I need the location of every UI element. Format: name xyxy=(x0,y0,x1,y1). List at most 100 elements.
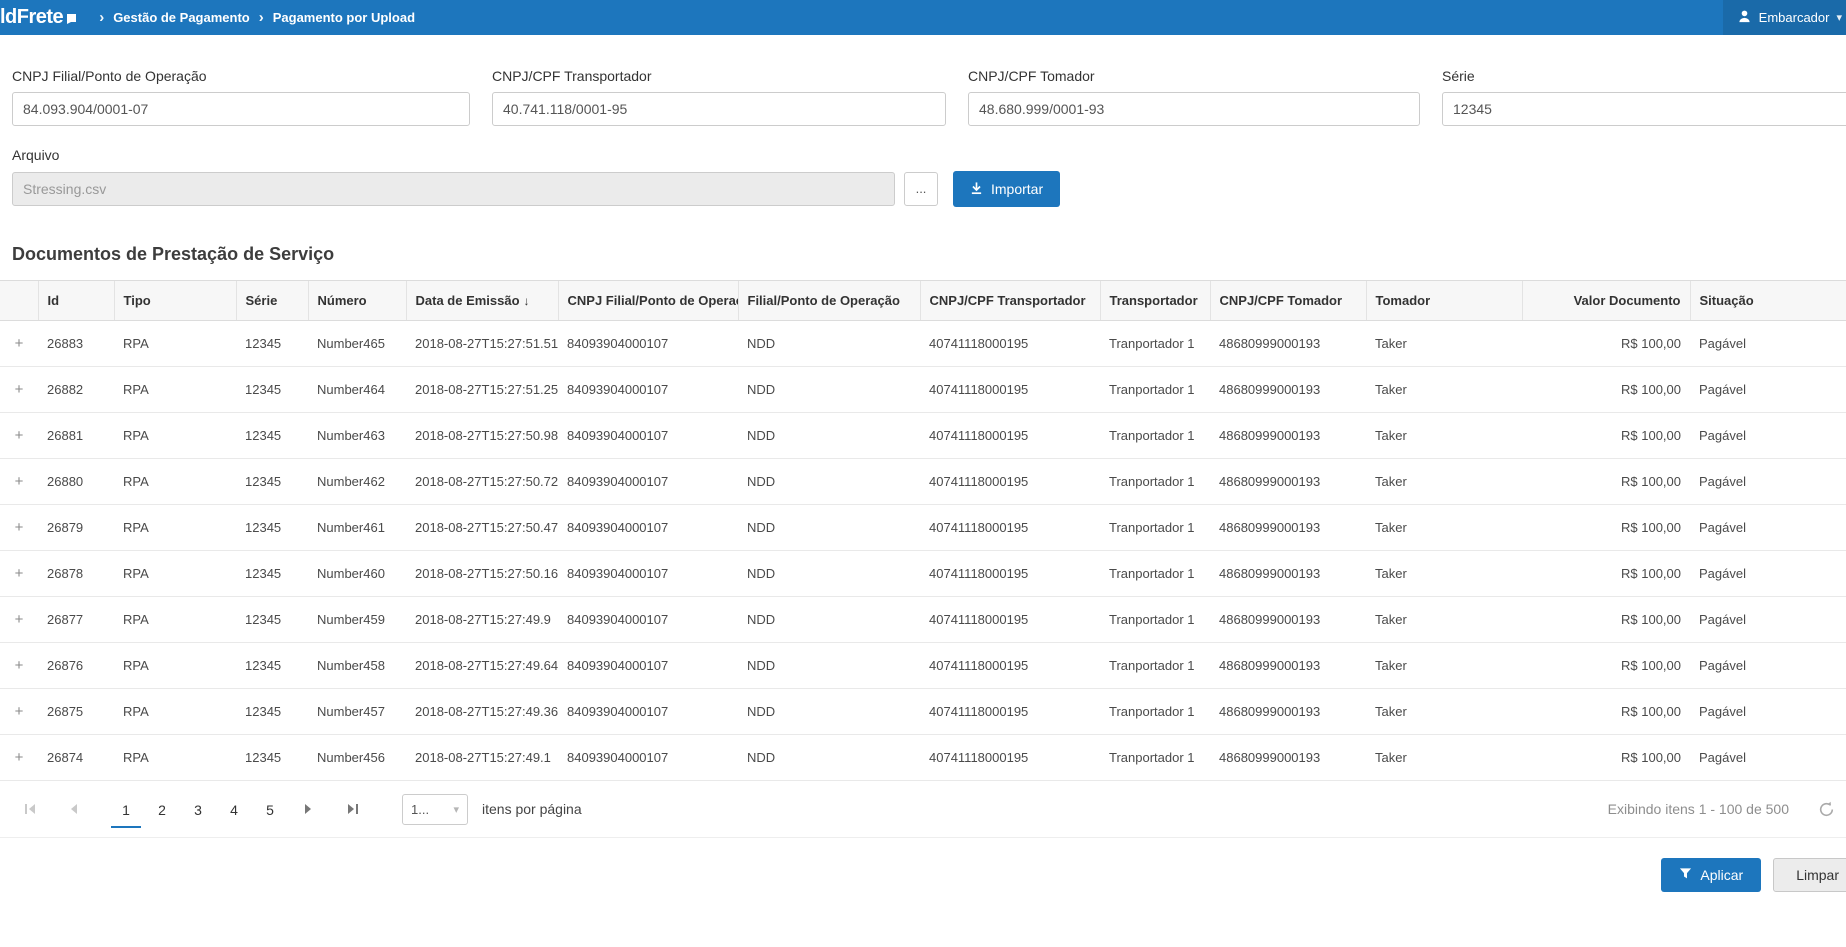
cell-filial-ponto-operacao: NDD xyxy=(738,321,920,367)
apply-button-label: Aplicar xyxy=(1700,867,1743,883)
column-header-situacao[interactable]: Situação xyxy=(1690,281,1846,321)
cell-cnpj-cpf-transportador: 40741118000195 xyxy=(920,735,1100,781)
cell-transportador: Tranportador 1 xyxy=(1100,735,1210,781)
app-logo[interactable]: ldFrete xyxy=(0,2,78,34)
cell-id: 26875 xyxy=(38,689,114,735)
pager-page-1[interactable]: 1 xyxy=(111,794,141,828)
column-header-cnpj-filial[interactable]: CNPJ Filial/Ponto de Operaç... xyxy=(558,281,738,321)
chevron-right-icon: › xyxy=(99,9,104,26)
cell-numero: Number463 xyxy=(308,413,406,459)
cell-filial-ponto-operacao: NDD xyxy=(738,367,920,413)
cell-numero: Number462 xyxy=(308,459,406,505)
pager-next-icon[interactable] xyxy=(298,799,318,819)
column-header-expand xyxy=(0,281,38,321)
row-expand-plus-icon[interactable]: + xyxy=(0,367,38,413)
cell-transportador: Tranportador 1 xyxy=(1100,367,1210,413)
pager-page-3[interactable]: 3 xyxy=(183,794,213,828)
column-header-data-emissao[interactable]: Data de Emissão↓ xyxy=(406,281,558,321)
row-expand-plus-icon[interactable]: + xyxy=(0,459,38,505)
cell-cnpj-filial-ponto-operacao: 84093904000107 xyxy=(558,367,738,413)
row-expand-plus-icon[interactable]: + xyxy=(0,689,38,735)
cell-transportador: Tranportador 1 xyxy=(1100,551,1210,597)
cell-situacao: Pagável xyxy=(1690,321,1846,367)
serie-input[interactable] xyxy=(1442,92,1846,126)
cnpj-filial-input[interactable] xyxy=(12,92,470,126)
cell-cnpj-cpf-tomador: 48680999000193 xyxy=(1210,689,1366,735)
cell-tipo: RPA xyxy=(114,643,236,689)
table-row: +26881RPA12345Number4632018-08-27T15:27:… xyxy=(0,413,1846,459)
cell-filial-ponto-operacao: NDD xyxy=(738,735,920,781)
cell-transportador: Tranportador 1 xyxy=(1100,643,1210,689)
cell-numero: Number457 xyxy=(308,689,406,735)
cell-tipo: RPA xyxy=(114,459,236,505)
pager-first-icon[interactable] xyxy=(20,799,40,819)
column-header-transportador[interactable]: Transportador xyxy=(1100,281,1210,321)
cell-valor-documento: R$ 100,00 xyxy=(1522,735,1690,781)
cell-cnpj-filial-ponto-operacao: 84093904000107 xyxy=(558,413,738,459)
cell-tomador: Taker xyxy=(1366,643,1522,689)
table-row: +26878RPA12345Number4602018-08-27T15:27:… xyxy=(0,551,1846,597)
page-size-dropdown[interactable]: 1... ▾ xyxy=(402,794,468,825)
table-row: +26882RPA12345Number4642018-08-27T15:27:… xyxy=(0,367,1846,413)
table-row: +26875RPA12345Number4572018-08-27T15:27:… xyxy=(0,689,1846,735)
chevron-down-icon: ▾ xyxy=(1836,11,1842,24)
cell-situacao: Pagável xyxy=(1690,735,1846,781)
footer-actions: Aplicar Limpar xyxy=(1661,858,1846,892)
row-expand-plus-icon[interactable]: + xyxy=(0,413,38,459)
column-header-serie[interactable]: Série xyxy=(236,281,308,321)
refresh-icon[interactable] xyxy=(1817,800,1836,819)
pager-page-4[interactable]: 4 xyxy=(219,794,249,828)
filter-icon xyxy=(1679,867,1692,883)
row-expand-plus-icon[interactable]: + xyxy=(0,321,38,367)
breadcrumb-item-upload[interactable]: Pagamento por Upload xyxy=(273,10,415,25)
user-menu-label: Embarcador xyxy=(1759,10,1830,25)
grid-title: Documentos de Prestação de Serviço xyxy=(12,244,1846,265)
column-header-filial[interactable]: Filial/Ponto de Operação xyxy=(738,281,920,321)
cell-id: 26882 xyxy=(38,367,114,413)
row-expand-plus-icon[interactable]: + xyxy=(0,505,38,551)
cell-transportador: Tranportador 1 xyxy=(1100,459,1210,505)
column-header-valor[interactable]: Valor Documento xyxy=(1522,281,1690,321)
row-expand-plus-icon[interactable]: + xyxy=(0,735,38,781)
cell-tomador: Taker xyxy=(1366,551,1522,597)
column-header-cnpj-transportador[interactable]: CNPJ/CPF Transportador xyxy=(920,281,1100,321)
table-row: +26874RPA12345Number4562018-08-27T15:27:… xyxy=(0,735,1846,781)
apply-button[interactable]: Aplicar xyxy=(1661,858,1761,892)
user-menu[interactable]: Embarcador ▾ xyxy=(1723,0,1846,35)
cnpj-transportador-input[interactable] xyxy=(492,92,946,126)
pager-page-5[interactable]: 5 xyxy=(255,794,285,828)
row-expand-plus-icon[interactable]: + xyxy=(0,643,38,689)
column-header-tomador[interactable]: Tomador xyxy=(1366,281,1522,321)
pager-last-icon[interactable] xyxy=(342,799,362,819)
cell-valor-documento: R$ 100,00 xyxy=(1522,367,1690,413)
cell-data-emissao: 2018-08-27T15:27:50.983 xyxy=(406,413,558,459)
cell-tomador: Taker xyxy=(1366,321,1522,367)
breadcrumb-item-gestao[interactable]: Gestão de Pagamento xyxy=(113,10,250,25)
cell-cnpj-cpf-tomador: 48680999000193 xyxy=(1210,459,1366,505)
field-cnpj-tomador: CNPJ/CPF Tomador xyxy=(968,68,1420,126)
cell-data-emissao: 2018-08-27T15:27:49.647 xyxy=(406,643,558,689)
pager-page-2[interactable]: 2 xyxy=(147,794,177,828)
column-header-tipo[interactable]: Tipo xyxy=(114,281,236,321)
import-button[interactable]: Importar xyxy=(953,171,1060,207)
clear-button[interactable]: Limpar xyxy=(1773,858,1846,892)
cell-data-emissao: 2018-08-27T15:27:50.477 xyxy=(406,505,558,551)
cell-cnpj-filial-ponto-operacao: 84093904000107 xyxy=(558,505,738,551)
row-expand-plus-icon[interactable]: + xyxy=(0,597,38,643)
pager-prev-icon[interactable] xyxy=(64,799,84,819)
cell-filial-ponto-operacao: NDD xyxy=(738,505,920,551)
logo-flag-icon xyxy=(65,4,78,34)
column-header-numero[interactable]: Número xyxy=(308,281,406,321)
cell-cnpj-cpf-transportador: 40741118000195 xyxy=(920,597,1100,643)
cnpj-tomador-input[interactable] xyxy=(968,92,1420,126)
column-header-cnpj-tomador[interactable]: CNPJ/CPF Tomador xyxy=(1210,281,1366,321)
cell-tipo: RPA xyxy=(114,413,236,459)
row-expand-plus-icon[interactable]: + xyxy=(0,551,38,597)
cell-cnpj-filial-ponto-operacao: 84093904000107 xyxy=(558,597,738,643)
field-cnpj-transportador: CNPJ/CPF Transportador xyxy=(492,68,946,126)
cell-cnpj-filial-ponto-operacao: 84093904000107 xyxy=(558,689,738,735)
cell-cnpj-cpf-tomador: 48680999000193 xyxy=(1210,505,1366,551)
browse-button[interactable]: ... xyxy=(904,172,938,206)
column-header-id[interactable]: Id xyxy=(38,281,114,321)
page-size-suffix: itens por página xyxy=(482,801,582,817)
